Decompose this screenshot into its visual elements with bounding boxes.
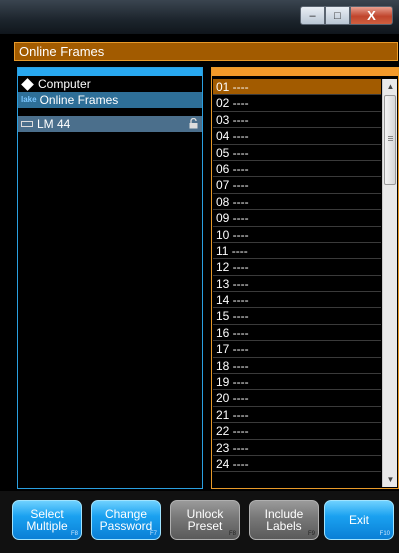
- preset-row[interactable]: 03 ----: [213, 112, 381, 129]
- preset-row[interactable]: 11 ----: [213, 243, 381, 260]
- include-labels-button[interactable]: Include Labels F9: [249, 500, 319, 540]
- preset-row[interactable]: 13 ----: [213, 276, 381, 293]
- function-key-hint: F9: [307, 531, 315, 537]
- button-label-line2: Labels: [266, 519, 302, 533]
- preset-row[interactable]: 06 ----: [213, 161, 381, 178]
- button-label: Exit: [348, 513, 369, 527]
- preset-row[interactable]: 08 ----: [213, 194, 381, 211]
- maximize-button[interactable]: □: [325, 6, 350, 25]
- tree-item-computer[interactable]: Computer: [18, 76, 202, 92]
- preset-row[interactable]: 05 ----: [213, 145, 381, 161]
- device-icon: [21, 121, 33, 127]
- window-controls: – □ X: [300, 6, 393, 27]
- preset-row[interactable]: 14 ----: [213, 292, 381, 309]
- divider: [18, 108, 202, 114]
- close-button[interactable]: X: [350, 6, 393, 25]
- scrollbar-thumb[interactable]: [384, 95, 396, 185]
- preset-row[interactable]: 15 ----: [213, 308, 381, 325]
- function-key-hint: F10: [379, 531, 390, 537]
- preset-row[interactable]: 24 ----: [213, 456, 381, 473]
- preset-row[interactable]: 16 ----: [213, 325, 381, 342]
- preset-row[interactable]: 02 ----: [213, 95, 381, 112]
- button-label-line2: Preset: [187, 519, 223, 533]
- preset-row[interactable]: 23 ----: [213, 440, 381, 456]
- button-label-line2: Password: [99, 519, 153, 533]
- window-titlebar: – □ X: [0, 0, 399, 34]
- scroll-down-arrow-icon[interactable]: ▼: [383, 472, 398, 487]
- minimize-button[interactable]: –: [300, 6, 325, 25]
- select-multiple-button[interactable]: Select Multiple F8: [12, 500, 82, 540]
- page-title: Online Frames: [14, 42, 398, 61]
- tree-item-label: Online Frames: [39, 93, 119, 107]
- exit-button[interactable]: Exit F10: [324, 500, 394, 540]
- change-password-button[interactable]: Change Password F7: [91, 500, 161, 540]
- scrollbar[interactable]: ▲ ▼: [382, 79, 397, 487]
- frame-label: LM 44: [37, 117, 71, 131]
- tree-item-online-frames[interactable]: lake Online Frames: [18, 92, 202, 108]
- preset-row[interactable]: 07 ----: [213, 177, 381, 194]
- tree-item-label: Computer: [38, 77, 91, 91]
- lake-icon: lake: [21, 95, 37, 104]
- frame-item-lm44[interactable]: LM 44: [18, 116, 202, 132]
- scroll-up-arrow-icon[interactable]: ▲: [383, 79, 398, 94]
- preset-row[interactable]: 18 ----: [213, 358, 381, 375]
- preset-row[interactable]: 22 ----: [213, 423, 381, 440]
- preset-row[interactable]: 19 ----: [213, 374, 381, 391]
- preset-list-panel: 01 ---- 02 ---- 03 ---- 04 ---- 05 ---- 06 --…: [211, 67, 399, 489]
- preset-row[interactable]: 21 ----: [213, 407, 381, 424]
- preset-row[interactable]: 09 ----: [213, 210, 381, 227]
- preset-row[interactable]: 20 ----: [213, 390, 381, 407]
- computer-icon: [21, 77, 34, 91]
- right-panel-header: [212, 68, 398, 76]
- preset-row[interactable]: 10 ----: [213, 227, 381, 243]
- unlock-preset-button[interactable]: Unlock Preset F8: [170, 500, 240, 540]
- left-panel-header: [18, 68, 202, 76]
- preset-row[interactable]: 17 ----: [213, 341, 381, 358]
- preset-row[interactable]: 04 ----: [213, 128, 381, 145]
- unlocked-padlock-icon: [189, 118, 198, 129]
- preset-list: 01 ---- 02 ---- 03 ---- 04 ---- 05 ---- 06 --…: [213, 79, 381, 473]
- function-key-hint: F8: [70, 531, 78, 537]
- frame-tree-panel: Computer lake Online Frames LM 44: [17, 67, 203, 489]
- preset-row[interactable]: 01 ----: [213, 79, 381, 96]
- function-key-hint: F7: [149, 531, 157, 537]
- button-label-line2: Multiple: [26, 519, 68, 533]
- preset-row[interactable]: 12 ----: [213, 259, 381, 276]
- function-key-hint: F8: [228, 531, 236, 537]
